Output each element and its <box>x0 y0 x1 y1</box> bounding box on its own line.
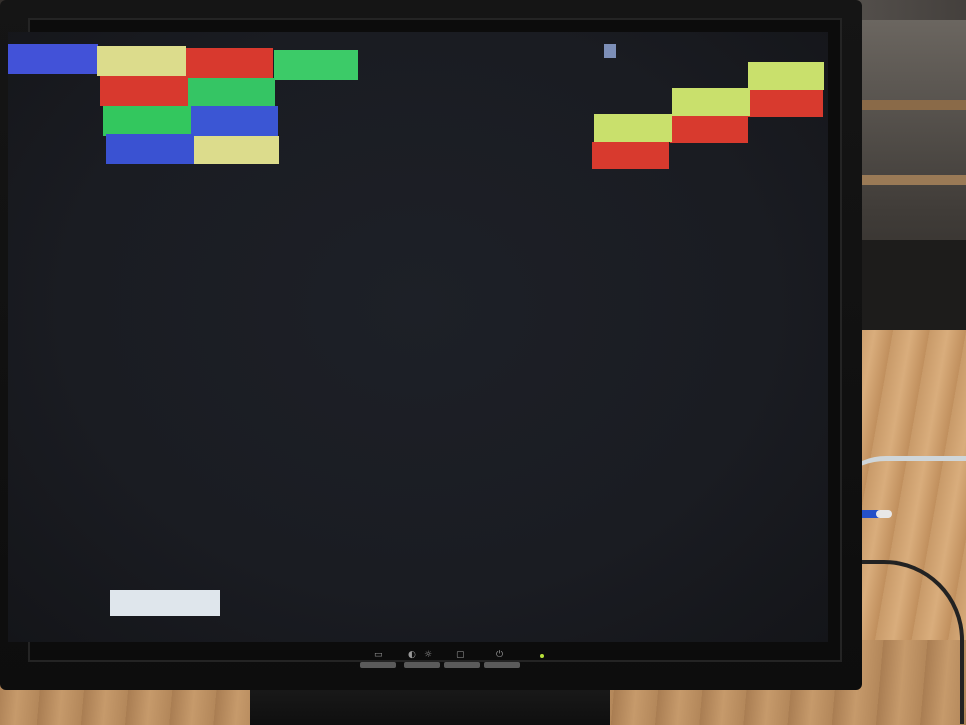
brick <box>672 88 750 116</box>
monitor: ▭ ◐ ☼ ▢ ⏻ <box>0 0 862 690</box>
brick <box>186 48 273 78</box>
brick <box>274 50 358 80</box>
brick <box>8 44 98 74</box>
paddle[interactable] <box>110 590 220 616</box>
brightness-button[interactable] <box>404 662 440 668</box>
ball <box>604 44 616 58</box>
contrast-icon: ◐ <box>408 650 416 660</box>
power-icon: ⏻ <box>496 650 504 660</box>
input-button[interactable] <box>444 662 480 668</box>
brick <box>188 78 275 108</box>
pen-cap <box>876 510 892 518</box>
power-button[interactable] <box>484 662 520 668</box>
brick <box>746 90 823 117</box>
brick <box>103 106 191 136</box>
monitor-control-panel: ▭ ◐ ☼ ▢ ⏻ <box>360 650 560 670</box>
brick <box>594 114 672 142</box>
menu-icon: ▭ <box>374 650 383 660</box>
shelf-plank <box>850 100 966 110</box>
menu-button[interactable] <box>360 662 396 668</box>
brick <box>592 142 669 169</box>
brick <box>670 116 748 143</box>
brick <box>106 134 194 164</box>
brick <box>194 136 279 164</box>
input-source-icon: ▢ <box>456 650 465 660</box>
brick <box>100 76 189 106</box>
brightness-icon: ☼ <box>424 650 433 660</box>
brick <box>748 62 824 90</box>
shelf-plank <box>850 175 966 185</box>
brick <box>97 46 186 76</box>
power-led <box>540 654 544 658</box>
game-screen[interactable] <box>8 32 828 642</box>
brick <box>191 106 278 136</box>
